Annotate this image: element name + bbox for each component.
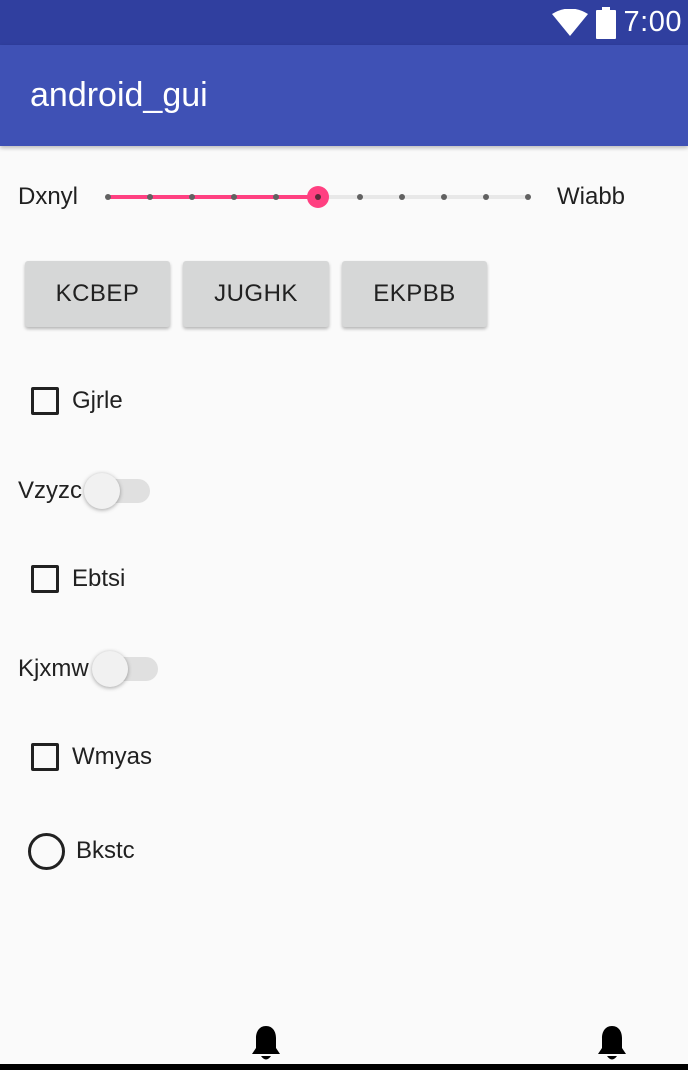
checkbox-label: Gjrle bbox=[72, 387, 123, 414]
seekbar-tick bbox=[399, 194, 405, 200]
battery-icon bbox=[595, 6, 616, 39]
wifi-icon bbox=[551, 8, 588, 37]
checkbox-gjrle[interactable]: Gjrle bbox=[28, 381, 123, 421]
seekbar-tick bbox=[441, 194, 447, 200]
app-title: android_gui bbox=[30, 76, 208, 114]
seekbar-tick bbox=[525, 194, 531, 200]
checkbox-box[interactable] bbox=[31, 743, 59, 771]
checkbox-wmyas[interactable]: Wmyas bbox=[28, 737, 152, 777]
app-bar: android_gui bbox=[0, 45, 688, 146]
seekbar-tick bbox=[147, 194, 153, 200]
kcbep-button[interactable]: KCBEP bbox=[25, 261, 170, 327]
notification-bell-icon[interactable] bbox=[250, 1024, 282, 1069]
checkbox-box[interactable] bbox=[31, 565, 59, 593]
status-bar: 7:00 bbox=[0, 0, 688, 45]
ekpbb-button[interactable]: EKPBB bbox=[342, 261, 487, 327]
switch-label-kjxmw: Kjxmw bbox=[18, 655, 89, 682]
radio-circle[interactable] bbox=[28, 832, 65, 870]
radio-label: Bkstc bbox=[76, 837, 135, 864]
seekbar-left-label: Dxnyl bbox=[18, 183, 79, 210]
notification-bell-icon[interactable] bbox=[596, 1024, 628, 1069]
seekbar-tick bbox=[231, 194, 237, 200]
switch-label-vzyzc: Vzyzc bbox=[18, 477, 83, 504]
checkbox-label: Ebtsi bbox=[72, 565, 126, 592]
switch-thumb-kjxmw[interactable] bbox=[92, 651, 128, 687]
checkbox-ebtsi[interactable]: Ebtsi bbox=[28, 559, 125, 599]
bottom-edge bbox=[0, 1064, 688, 1070]
seekbar-tick bbox=[483, 194, 489, 200]
seekbar-right-label: Wiabb bbox=[557, 183, 626, 210]
seekbar-tick bbox=[357, 194, 363, 200]
seekbar-tick bbox=[273, 194, 279, 200]
seekbar-tick bbox=[189, 194, 195, 200]
status-time: 7:00 bbox=[623, 6, 682, 38]
status-icons: 7:00 bbox=[551, 0, 682, 45]
seekbar[interactable] bbox=[96, 176, 541, 218]
checkbox-box[interactable] bbox=[31, 387, 59, 415]
jughk-button[interactable]: JUGHK bbox=[183, 261, 329, 327]
checkbox-label: Wmyas bbox=[72, 743, 152, 770]
seekbar-tick bbox=[105, 194, 111, 200]
radio-bkstc[interactable]: Bkstc bbox=[28, 831, 135, 871]
switch-thumb-vzyzc[interactable] bbox=[84, 473, 120, 509]
